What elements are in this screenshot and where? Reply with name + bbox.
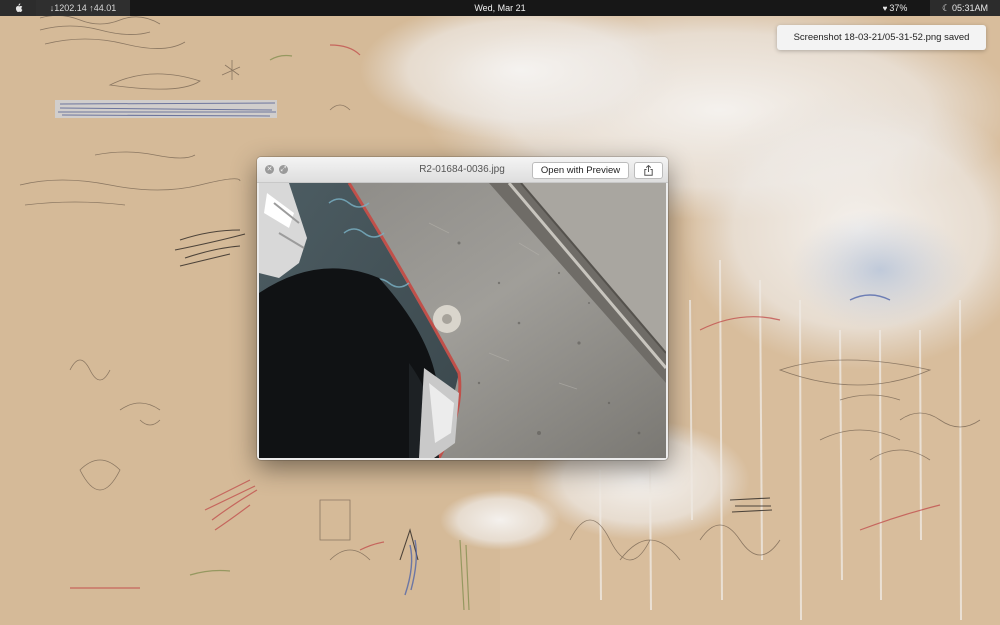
screenshot-saved-notification[interactable]: Screenshot 18-03-21/05-31-52.png saved [777, 25, 986, 50]
share-button[interactable] [634, 162, 663, 179]
open-with-preview-button[interactable]: Open with Preview [532, 162, 629, 179]
battery-status[interactable]: ♥ 37% [860, 0, 930, 16]
menubar-date[interactable]: Wed, Mar 21 [0, 0, 1000, 16]
share-icon [644, 165, 653, 176]
moon-icon: ☾ [941, 3, 951, 13]
battery-percent: 37% [889, 3, 908, 13]
close-icon[interactable]: ✕ [265, 165, 274, 174]
heart-icon: ♥ [882, 4, 888, 13]
quicklook-titlebar[interactable]: ✕ ⤢ R2-01684-0036.jpg Open with Preview [257, 157, 668, 183]
fullscreen-icon[interactable]: ⤢ [279, 165, 288, 174]
quicklook-window: ✕ ⤢ R2-01684-0036.jpg Open with Preview [257, 157, 668, 460]
photo-preview [259, 183, 666, 458]
quicklook-filename: R2-01684-0036.jpg [419, 164, 505, 175]
menu-bar: ↓1202.14 ↑44.01 Wed, Mar 21 ♥ 37% ☾ 05:31A… [0, 0, 1000, 16]
menubar-clock[interactable]: ☾ 05:31AM [930, 0, 1000, 16]
clock-time: 05:31AM [952, 3, 989, 13]
